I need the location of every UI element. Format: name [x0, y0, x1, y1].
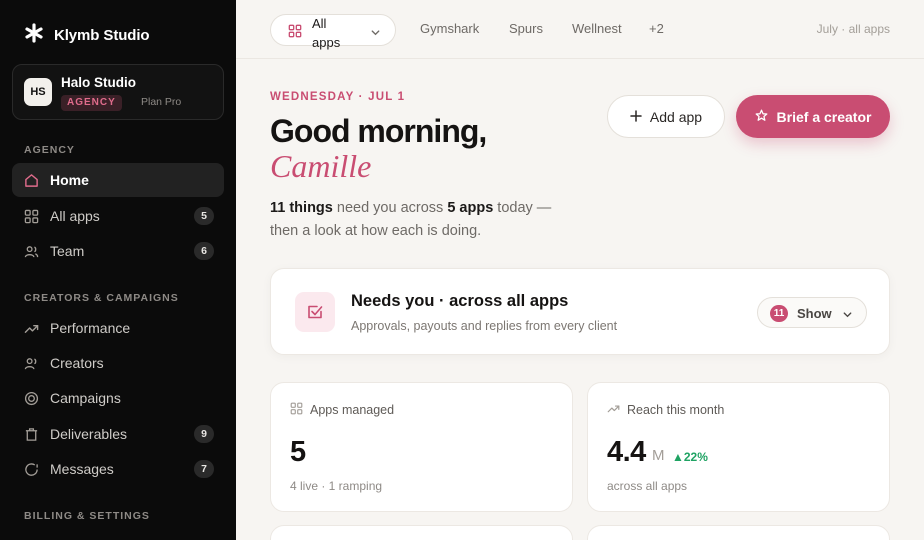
needs-you-card: Needs you · across all apps Approvals, p…	[270, 268, 890, 355]
count-badge: 9	[194, 425, 214, 443]
sidebar-item-campaigns[interactable]: Campaigns	[12, 381, 224, 415]
workspace-badge: AGENCY	[61, 95, 122, 111]
summary-things: 11 things	[270, 200, 333, 216]
stat-value: 4.4	[607, 436, 646, 468]
trend-icon	[23, 320, 39, 336]
sidebar-item-messages[interactable]: Messages 7	[12, 452, 224, 486]
app-tab-gymshark[interactable]: Gymshark	[420, 21, 479, 36]
top-bar: All apps Gymshark Spurs Wellnest +2 July…	[236, 0, 924, 59]
workspace-switcher[interactable]: HS Halo Studio AGENCY Plan Pro	[12, 64, 224, 120]
section-title-billing: BILLING & SETTINGS	[24, 510, 150, 522]
team-icon	[23, 243, 39, 259]
app-select[interactable]: All apps	[270, 14, 396, 50]
section-title-creators: CREATORS & CAMPAIGNS	[24, 292, 179, 304]
app-select-label: All apps	[312, 16, 341, 50]
show-label: Show	[797, 306, 832, 321]
brief-creator-label: Brief a creator	[776, 108, 872, 125]
needs-subtitle: Approvals, payouts and replies from ever…	[351, 319, 618, 333]
star-icon	[755, 109, 768, 125]
sidebar-item-team[interactable]: Team 6	[12, 234, 224, 268]
stat-unit: M	[652, 447, 665, 464]
sidebar-item-label: Performance	[50, 320, 131, 336]
count-badge: 6	[194, 242, 214, 260]
app-tab-spurs[interactable]: Spurs	[509, 21, 543, 36]
sidebar-item-label: Team	[50, 243, 85, 259]
grid-icon	[288, 24, 302, 43]
asterisk-logo-icon	[24, 23, 44, 48]
stat-header: Apps managed	[290, 402, 394, 418]
sidebar-item-creators[interactable]: Creators	[12, 346, 224, 380]
stat-label: Reach this month	[627, 403, 725, 417]
sidebar-item-label: Campaigns	[50, 390, 121, 406]
home-icon	[23, 172, 39, 188]
summary-text: 11 things need you across 5 apps today —…	[270, 197, 570, 243]
plus-icon	[630, 109, 642, 125]
brand-name: Klymb Studio	[54, 27, 150, 44]
chevron-down-icon	[370, 25, 381, 43]
stat-label: Apps managed	[310, 403, 395, 417]
stat-delta: ▲22%	[672, 450, 708, 464]
needs-title: Needs you · across all apps	[351, 292, 569, 310]
chevron-down-icon	[842, 307, 853, 325]
summary-mid: need you across	[332, 200, 448, 216]
stat-card-reach[interactable]: Reach this month 4.4 M ▲22% across all a…	[587, 382, 890, 512]
users-icon	[23, 355, 39, 371]
show-button[interactable]: 11 Show	[757, 297, 867, 328]
summary-apps: 5 apps	[447, 200, 494, 216]
grid-icon	[290, 402, 303, 418]
count-badge: 7	[194, 460, 214, 478]
app-tab-more[interactable]: +2	[649, 21, 664, 36]
app-tab-wellnest[interactable]: Wellnest	[572, 21, 622, 36]
sidebar-item-label: Deliverables	[50, 426, 128, 442]
sidebar-item-label: Home	[50, 172, 89, 188]
period-label: July · all apps	[816, 22, 890, 36]
stat-value: 5	[290, 436, 306, 468]
stat-header: Reach this month	[607, 402, 724, 418]
workspace-avatar: HS	[24, 78, 52, 106]
stat-card-apps[interactable]: Apps managed 5 4 live · 1 ramping	[270, 382, 573, 512]
section-title-agency: AGENCY	[24, 144, 75, 156]
sidebar-item-label: Creators	[50, 355, 104, 371]
needs-count-badge: 11	[770, 305, 788, 322]
sidebar-item-label: All apps	[50, 208, 100, 224]
stat-card-partial[interactable]	[270, 525, 573, 540]
workspace-plan: Plan Pro	[141, 96, 182, 108]
stat-card-partial[interactable]	[587, 525, 890, 540]
count-badge: 5	[194, 207, 214, 225]
brand[interactable]: Klymb Studio	[24, 23, 150, 48]
greeting-name: Camille	[270, 148, 372, 184]
stat-footnote: 4 live · 1 ramping	[290, 479, 383, 493]
workspace-name: Halo Studio	[61, 75, 136, 90]
sidebar-item-label: Messages	[50, 461, 114, 477]
sidebar-item-performance[interactable]: Performance	[12, 311, 224, 345]
stat-footnote: across all apps	[607, 479, 688, 493]
sidebar-item-home[interactable]: Home	[12, 163, 224, 197]
grid-icon	[23, 208, 39, 224]
add-app-button[interactable]: Add app	[607, 95, 725, 138]
checkbox-icon	[295, 292, 335, 332]
date-line: WEDNESDAY · JUL 1	[270, 91, 406, 103]
sidebar-item-deliverables[interactable]: Deliverables 9	[12, 417, 224, 451]
brief-creator-button[interactable]: Brief a creator	[736, 95, 890, 138]
trend-icon	[607, 402, 620, 418]
sidebar-item-all-apps[interactable]: All apps 5	[12, 199, 224, 233]
greeting: Good morning,	[270, 113, 487, 149]
target-icon	[23, 390, 39, 406]
add-app-label: Add app	[649, 108, 703, 125]
clipboard-icon	[23, 426, 39, 442]
message-icon	[23, 461, 39, 477]
sidebar: Klymb Studio HS Halo Studio AGENCY Plan …	[0, 0, 236, 540]
